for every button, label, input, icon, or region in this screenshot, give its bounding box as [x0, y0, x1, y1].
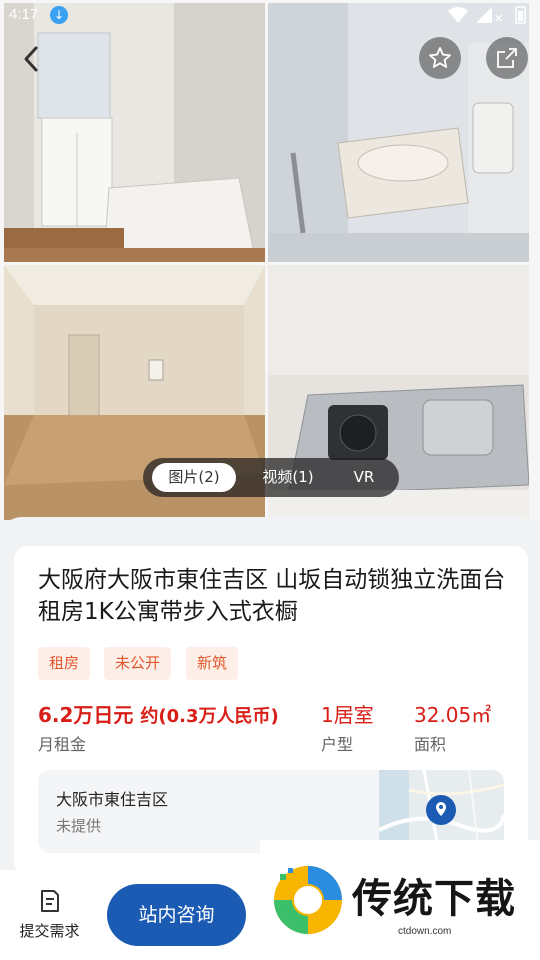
photo-bathroom[interactable] — [268, 3, 529, 262]
star-icon — [429, 47, 451, 68]
tab-videos[interactable]: 视频(1) — [249, 463, 327, 492]
tag-rent: 租房 — [38, 647, 91, 680]
svg-text:✕: ✕ — [494, 12, 503, 25]
layout-value: 1居室 — [321, 703, 374, 727]
area-value: 32.05㎡ — [414, 703, 492, 727]
area-label: 面积 — [414, 735, 447, 754]
photo-gallery — [0, 0, 540, 520]
status-bar: 4:17 ↓ ✕ — [0, 0, 540, 30]
document-edit-icon — [40, 890, 59, 912]
submit-request-button[interactable]: 提交需求 — [12, 888, 87, 948]
listing-title: 大阪府大阪市東住吉区 山坂自动锁独立洗面台租房1K公寓带步入式衣橱 — [38, 567, 506, 625]
media-tabs: 图片(2) 视频(1) VR — [143, 458, 399, 497]
tab-photos[interactable]: 图片(2) — [152, 463, 236, 492]
status-time: 4:17 — [9, 6, 39, 23]
address-detail: 未提供 — [56, 817, 102, 835]
consult-button[interactable]: 站内咨询 — [107, 884, 246, 946]
layout-label: 户型 — [321, 735, 354, 754]
watermark-logo-icon — [274, 866, 342, 934]
favorite-button[interactable] — [419, 37, 461, 79]
tag-undisclosed: 未公开 — [104, 647, 172, 680]
tag-new-build: 新筑 — [186, 647, 239, 680]
back-arrow-icon[interactable] — [14, 42, 48, 76]
submit-request-label: 提交需求 — [19, 922, 80, 940]
download-arrow-icon: ↓ — [50, 6, 68, 24]
share-button[interactable] — [486, 37, 528, 79]
watermark: 传统下载 ctdown.com — [260, 840, 540, 960]
system-status-icons: ✕ — [448, 6, 526, 25]
rent-label: 月租金 — [38, 735, 87, 754]
rent-amount: 6.2万日元 — [38, 703, 134, 727]
rent-value: 6.2万日元 约(0.3万人民币) — [38, 699, 279, 728]
share-icon — [497, 48, 517, 68]
tab-vr[interactable]: VR — [339, 463, 389, 492]
watermark-title: 传统下载 — [352, 876, 516, 922]
listing-card: 大阪府大阪市東住吉区 山坂自动锁独立洗面台租房1K公寓带步入式衣橱 租房 未公开… — [14, 546, 528, 876]
address-district: 大阪市東住吉区 — [56, 790, 169, 809]
watermark-url: ctdown.com — [398, 926, 452, 937]
rent-approx: 约(0.3万人民币) — [140, 706, 279, 727]
